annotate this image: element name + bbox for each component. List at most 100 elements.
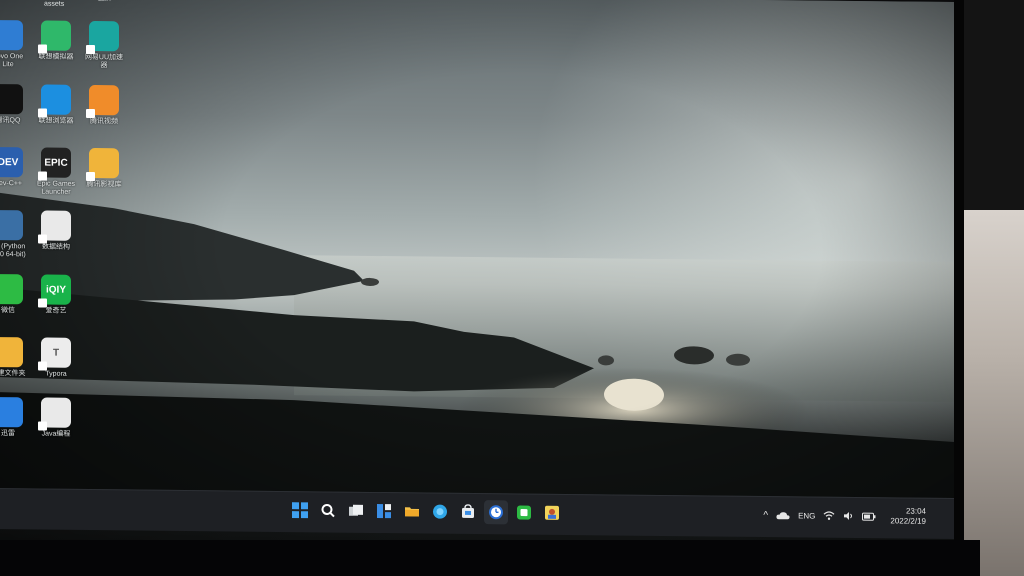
language-indicator[interactable]: ENG	[798, 511, 815, 520]
clock-app-icon	[489, 505, 503, 520]
shortcut-arrow-icon	[38, 421, 47, 431]
wifi-icon[interactable]	[823, 511, 835, 521]
folder-icon	[86, 147, 119, 182]
desktop-icon-label: Epic Games Launcher	[36, 180, 76, 196]
shortcut-arrow-icon	[86, 44, 95, 55]
desktop-icon[interactable]: 网易UU加速 器	[80, 20, 128, 71]
desktop-icon[interactable]: DEV Dev-C++	[0, 146, 32, 189]
desktop-icon-label: 腾讯影视库	[86, 180, 122, 189]
background-dark	[964, 0, 1024, 210]
desktop-icon-label: 联想浏览器	[38, 117, 74, 125]
desktop-icon-label: 联想模拟器	[38, 53, 74, 61]
top-label-1: 网易	[0, 0, 14, 2]
xunlei-icon	[0, 396, 23, 428]
desktop-icon[interactable]: T Typora	[32, 337, 80, 379]
clock-time: 23:04	[905, 506, 926, 516]
tencent-video-icon	[86, 84, 119, 119]
shortcut-arrow-icon	[86, 108, 95, 119]
desktop-icon-label: 腾讯QQ	[0, 117, 21, 125]
dev-cpp-icon: DEV	[0, 146, 23, 178]
desktop-icon-label: 数据结构	[42, 243, 70, 251]
photo-icon	[545, 505, 559, 520]
file-explorer-button[interactable]	[400, 499, 424, 523]
shortcut-arrow-icon	[38, 171, 47, 181]
store-icon	[462, 504, 474, 519]
document-icon	[38, 210, 71, 244]
top-row-labels: 网易 Java相关 assets 蓝屏	[0, 0, 134, 8]
desktop-icon-label: 网易UU加速 器	[84, 53, 124, 70]
desktop-icon[interactable]: LE (Python 3.10 64-bit)	[0, 209, 32, 260]
desktop-icon-label: Java编程	[41, 430, 71, 438]
desktop-icon-label: 爱奇艺	[45, 307, 67, 315]
document-icon	[38, 397, 71, 431]
wechat-icon	[0, 273, 23, 305]
taskbar-apps	[288, 498, 564, 525]
task-view-button[interactable]	[344, 499, 368, 523]
desktop-icon[interactable]: 腾讯QQ	[0, 83, 32, 126]
desktop-icon-glyph: EPIC	[44, 157, 68, 169]
wechat-taskbar-button[interactable]	[512, 500, 536, 524]
desktop-icon[interactable]: EPIC Epic Games Launcher	[32, 147, 80, 197]
lenovo-one-icon	[0, 19, 23, 51]
desktop-icon-glyph: iQIY	[45, 284, 66, 296]
desktop-icon-label: LE (Python 3.10 64-bit)	[0, 243, 26, 259]
lenovo-browser-icon	[38, 84, 71, 118]
desktop-icon[interactable]: Java编程	[32, 397, 80, 439]
edge-button[interactable]	[428, 500, 452, 524]
desktop-screen: 网易 Java相关 assets 蓝屏 novo One Lite 联想模拟器 网易…	[0, 0, 954, 555]
folder-icon	[0, 336, 23, 368]
python-idle-icon	[0, 209, 23, 241]
store-button[interactable]	[456, 500, 480, 524]
folder-icon	[405, 507, 419, 517]
shortcut-arrow-icon	[38, 298, 47, 308]
top-label-3: 蓝屏	[98, 0, 112, 3]
clock-date: 2022/2/19	[890, 516, 926, 526]
vignette-shade	[0, 0, 954, 555]
search-icon	[321, 503, 335, 518]
desktop-icon[interactable]: 新建文件夹	[0, 336, 32, 379]
iqiyi-icon: iQIY	[38, 274, 71, 308]
desktop-icon-label: 微信	[1, 307, 15, 315]
desktop-icon[interactable]: 联想浏览器	[32, 84, 80, 126]
desktop-icon-label: 新建文件夹	[0, 369, 26, 378]
desktop-icon[interactable]: 腾讯影视库	[80, 147, 128, 190]
tray-overflow-chevron[interactable]: ^	[763, 510, 768, 521]
widgets-icon	[377, 504, 391, 519]
tray-clock[interactable]: 23:04 2022/2/19	[890, 506, 926, 526]
desktop-icon[interactable]: 数据结构	[32, 210, 80, 252]
desktop-icon-label: Typora	[45, 370, 67, 378]
desktop-icon-glyph: T	[52, 347, 60, 359]
shortcut-arrow-icon	[38, 44, 47, 54]
qq-icon	[0, 83, 23, 115]
shortcut-arrow-icon	[86, 171, 95, 182]
desktop-icon[interactable]: 迅雷	[0, 396, 32, 439]
clock-app-button[interactable]	[484, 500, 508, 525]
desktop-icon[interactable]: novo One Lite	[0, 19, 32, 70]
desktop-icon[interactable]: 腾讯视频	[80, 84, 128, 127]
monitor-bezel-bottom	[0, 540, 980, 576]
task-view-icon	[349, 504, 363, 516]
browser-icon	[433, 504, 447, 519]
typora-icon: T	[38, 337, 71, 371]
desktop-icon-label: Dev-C++	[0, 179, 22, 188]
search-button[interactable]	[316, 498, 340, 522]
volume-icon[interactable]	[843, 511, 854, 521]
photo-app-button[interactable]	[540, 501, 564, 525]
desktop-icon-label: 迅雷	[1, 430, 15, 438]
desktop-icon[interactable]: iQIY 爱奇艺	[32, 274, 80, 316]
wechat-icon	[517, 505, 531, 520]
shortcut-arrow-icon	[38, 234, 47, 244]
widgets-button[interactable]	[372, 499, 396, 523]
cloud-icon[interactable]	[776, 511, 790, 520]
desktop-icon-glyph: DEV	[0, 156, 19, 168]
uu-accelerator-icon	[86, 20, 119, 55]
shortcut-arrow-icon	[38, 361, 47, 371]
start-button[interactable]	[288, 498, 312, 522]
windows-logo-icon	[292, 502, 308, 519]
lenovo-emulator-icon	[38, 20, 71, 54]
desktop-icon[interactable]: 联想模拟器	[32, 20, 80, 62]
battery-icon[interactable]	[862, 512, 876, 521]
desktop-icon[interactable]: 微信	[0, 273, 32, 316]
desktop-icon-label: novo One Lite	[0, 52, 24, 69]
background-wall	[964, 210, 1024, 576]
